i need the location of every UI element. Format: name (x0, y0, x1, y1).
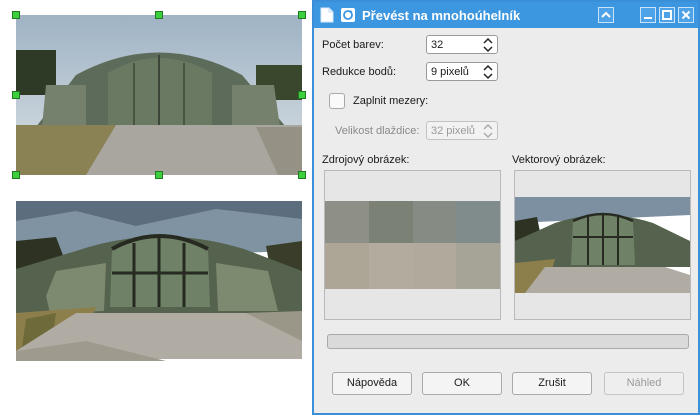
colors-value: 32 (431, 39, 444, 51)
tile-size-spinbox[interactable]: 32 pixelů (426, 121, 498, 140)
vector-image-preview (514, 170, 691, 320)
document-icon (320, 7, 334, 23)
close-icon[interactable] (678, 7, 694, 23)
selection-handle-right[interactable] (298, 91, 306, 99)
colors-label: Počet barev: (322, 39, 384, 51)
ok-button-label: OK (454, 377, 470, 389)
selection-handle-top-left[interactable] (12, 11, 20, 19)
selection-handle-bottom-right[interactable] (298, 171, 306, 179)
help-button-label: Nápověda (346, 377, 398, 389)
convert-to-polygon-dialog: Převést na mnohoúhelník Počet barev: 32 … (312, 0, 700, 415)
cancel-button[interactable]: Zrušit (512, 372, 592, 395)
selection-handle-bottom[interactable] (155, 171, 163, 179)
reduction-value: 9 pixelů (431, 66, 469, 78)
dialog-title: Převést na mnohoúhelník (362, 8, 521, 23)
minimize-icon[interactable] (640, 7, 656, 23)
spin-arrows-icon[interactable] (482, 37, 494, 53)
vector-image-label: Vektorový obrázek: (512, 154, 606, 166)
refresh-icon[interactable] (340, 7, 355, 23)
converted-polygon-image[interactable] (16, 201, 302, 361)
conversion-progress-bar (327, 334, 689, 349)
fill-gaps-label: Zaplnit mezery: (353, 95, 429, 107)
help-button[interactable]: Nápověda (332, 372, 412, 395)
preview-button[interactable]: Náhled (604, 372, 684, 395)
tile-size-value: 32 pixelů (431, 125, 476, 137)
reduction-spinbox[interactable]: 9 pixelů (426, 62, 498, 81)
preview-button-label: Náhled (626, 377, 662, 389)
vector-preview-image (515, 171, 690, 319)
fill-gaps-checkbox[interactable] (329, 93, 345, 109)
selection-handle-top-right[interactable] (298, 11, 306, 19)
maximize-icon[interactable] (659, 7, 675, 23)
cancel-button-label: Zrušit (538, 377, 566, 389)
dialog-titlebar[interactable]: Převést na mnohoúhelník (314, 2, 698, 28)
source-image-label: Zdrojový obrázek: (322, 154, 410, 166)
collapse-icon[interactable] (598, 7, 614, 23)
polygon-bunker-image (16, 201, 302, 361)
ok-button[interactable]: OK (422, 372, 502, 395)
spin-arrows-icon[interactable] (482, 64, 494, 80)
reduction-label: Redukce bodů: (322, 66, 396, 78)
selection-handle-left[interactable] (12, 91, 20, 99)
spin-arrows-icon[interactable] (482, 123, 494, 139)
document-canvas (0, 0, 312, 415)
tile-size-label: Velikost dlaždice: (335, 125, 420, 137)
source-preview-pixels (325, 171, 500, 319)
bunker-photo (16, 15, 302, 175)
colors-spinbox[interactable]: 32 (426, 35, 498, 54)
source-image-preview (324, 170, 501, 320)
selection-handle-bottom-left[interactable] (12, 171, 20, 179)
selected-bitmap-image[interactable] (16, 15, 302, 175)
selection-handle-top[interactable] (155, 11, 163, 19)
